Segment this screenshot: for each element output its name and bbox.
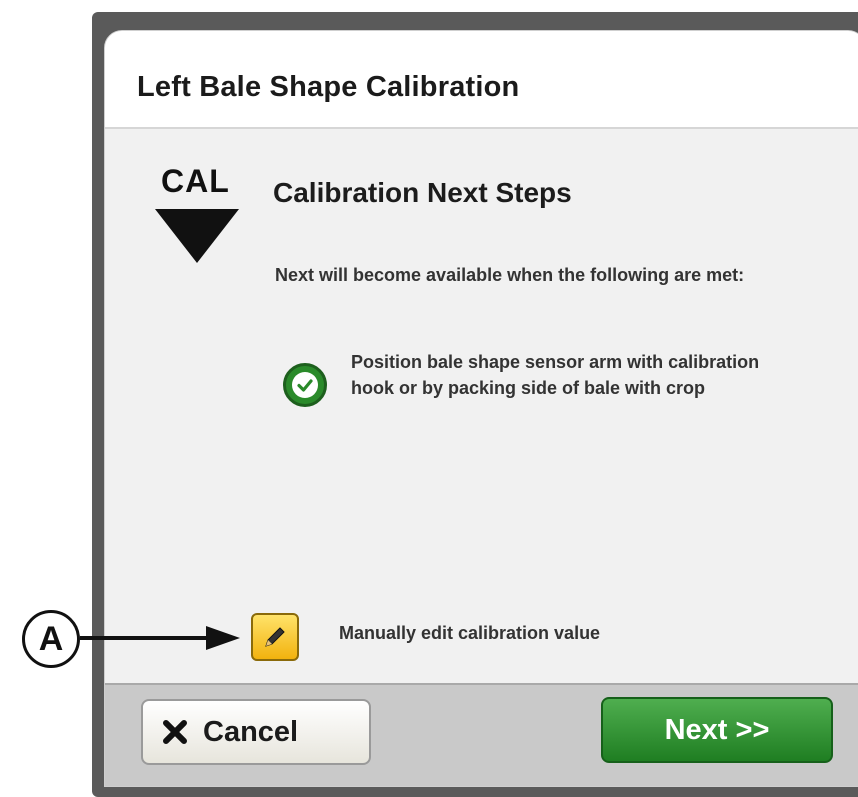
next-button[interactable]: Next >> — [601, 697, 833, 763]
title-bar: Left Bale Shape Calibration — [105, 31, 858, 129]
pencil-icon — [265, 627, 285, 647]
check-icon — [283, 363, 327, 407]
next-label: Next >> — [664, 713, 770, 746]
button-bar: Cancel Next >> — [105, 683, 858, 786]
callout-a: A — [22, 610, 80, 668]
info-text: Next will become available when the foll… — [275, 265, 745, 285]
steps-heading: Calibration Next Steps — [273, 177, 572, 208]
condition-text: Position bale shape sensor arm with cali… — [351, 352, 760, 398]
cal-label: CAL — [161, 163, 230, 199]
edit-calibration-button[interactable] — [251, 613, 299, 661]
dialog-title: Left Bale Shape Calibration — [137, 71, 520, 103]
calibration-dialog: Left Bale Shape Calibration CAL Calibrat… — [104, 30, 858, 787]
callout-arrow-icon — [206, 626, 240, 650]
edit-calibration-label: Manually edit calibration value — [339, 623, 601, 643]
close-icon — [163, 720, 187, 744]
cancel-button[interactable]: Cancel — [141, 699, 371, 765]
cancel-label: Cancel — [203, 715, 299, 748]
down-arrow-icon — [155, 209, 239, 263]
cal-indicator: CAL — [155, 163, 241, 263]
